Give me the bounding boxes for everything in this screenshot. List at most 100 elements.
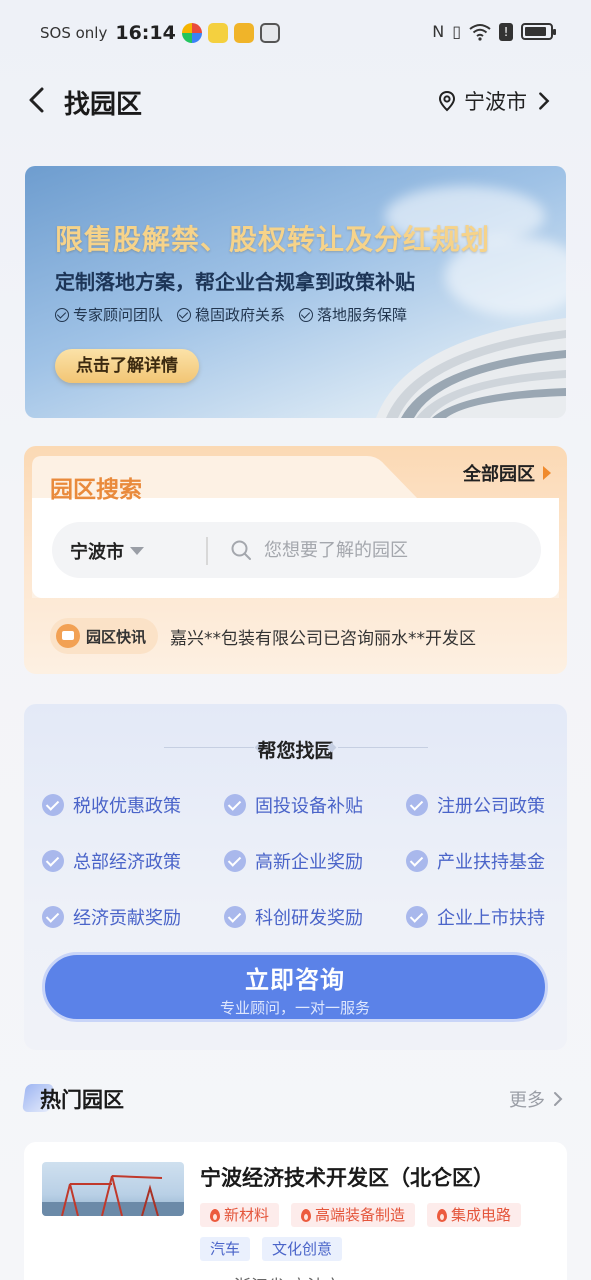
consult-button-sublabel: 专业顾问，一对一服务: [219, 999, 370, 1017]
clock: 16:14: [115, 22, 176, 44]
policy-label: 企业上市扶持: [437, 908, 545, 929]
status-right: N ▯ !: [432, 22, 556, 41]
check-circle-icon: [55, 307, 69, 322]
search-city-dropdown[interactable]: 宁波市: [70, 538, 144, 564]
app-notification-icon: [207, 23, 228, 43]
hot-parks-title: 热门园区: [40, 1088, 124, 1112]
city-selector[interactable]: 宁波市: [436, 86, 555, 116]
chevron-left-icon: [29, 87, 44, 113]
wifi-icon: [469, 23, 491, 41]
hot-parks-header: 热门园区 更多: [22, 1080, 567, 1120]
page-title: 找园区: [64, 90, 143, 120]
park-tags: 新材料 高端装备制造 集成电路 汽车 文化创意: [200, 1203, 560, 1261]
nfc-icon: N: [432, 22, 445, 41]
flame-icon: [301, 1208, 312, 1222]
banner-tag: 落地服务保障: [299, 304, 407, 325]
policy-item[interactable]: 企业上市扶持: [406, 904, 562, 930]
network-status: SOS only: [40, 24, 108, 42]
check-circle-icon: [42, 794, 64, 816]
port-crane-image: [42, 1175, 184, 1216]
city-label: 宁波市: [464, 90, 527, 114]
policy-label: 总部经济政策: [73, 852, 181, 873]
policy-item[interactable]: 科创研发奖励: [224, 904, 406, 930]
vibrate-icon: ▯: [452, 22, 461, 41]
policy-label: 经济贡献奖励: [73, 908, 181, 929]
learn-more-button[interactable]: 点击了解详情: [55, 349, 199, 383]
consult-button[interactable]: 立即咨询 专业顾问，一对一服务: [42, 952, 548, 1022]
check-circle-icon: [224, 794, 246, 816]
all-parks-label: 全部园区: [463, 464, 535, 485]
park-tag-label: 文化创意: [272, 1240, 333, 1258]
search-icon: [231, 540, 251, 560]
app-notification-icon: [259, 23, 280, 43]
policy-item[interactable]: 产业扶持基金: [406, 848, 562, 874]
park-search-card: 园区搜索 全部园区 宁波市 园区快讯 嘉兴**包装有限公司已咨询丽水**开发区: [24, 446, 567, 674]
back-button[interactable]: [22, 84, 54, 116]
caret-down-icon: [130, 547, 144, 555]
alert-icon: !: [499, 22, 513, 41]
find-title: 帮您找园: [257, 740, 334, 762]
park-card[interactable]: 宁波经济技术开发区（北仑区） 新材料 高端装备制造 集成电路 汽车 文化创意 浙…: [24, 1142, 567, 1280]
banner-tag: 专家顾问团队: [55, 304, 163, 325]
policy-label: 科创研发奖励: [255, 908, 363, 929]
banner-tags: 专家顾问团队 稳固政府关系 落地服务保障: [55, 304, 407, 325]
policy-grid: 税收优惠政策 固投设备补贴 注册公司政策 总部经济政策 高新企业奖励 产业扶持基…: [42, 792, 562, 930]
app-notification-icon: [181, 23, 202, 43]
park-tag-label: 汽车: [210, 1240, 241, 1258]
policy-item[interactable]: 总部经济政策: [42, 848, 224, 874]
location-pin-icon: [438, 90, 456, 112]
park-name: 宁波经济技术开发区（北仑区）: [200, 1166, 494, 1190]
chevron-right-icon: [539, 92, 550, 110]
policy-item[interactable]: 税收优惠政策: [42, 792, 224, 818]
consult-button-label: 立即咨询: [245, 966, 345, 994]
chevron-right-icon: [554, 1092, 563, 1106]
more-link[interactable]: 更多: [509, 1086, 565, 1112]
search-input[interactable]: [264, 536, 524, 564]
park-tag: 汽车: [200, 1237, 251, 1261]
page-header: 找园区 宁波市: [0, 76, 591, 128]
banner-subline: 定制落地方案，帮企业合规拿到政策补贴: [55, 270, 415, 294]
flame-icon: [210, 1208, 220, 1222]
check-circle-icon: [406, 850, 428, 872]
park-news-ticker[interactable]: 园区快讯 嘉兴**包装有限公司已咨询丽水**开发区: [50, 618, 476, 654]
check-circle-icon: [42, 850, 64, 872]
promo-banner[interactable]: 限售股解禁、股权转让及分红规划 定制落地方案，帮企业合规拿到政策补贴 专家顾问团…: [25, 166, 566, 418]
battery-icon: [521, 23, 556, 40]
search-city-label: 宁波市: [70, 542, 124, 563]
divider: [206, 537, 208, 565]
check-circle-icon: [224, 850, 246, 872]
policy-item[interactable]: 高新企业奖励: [224, 848, 406, 874]
check-circle-icon: [42, 906, 64, 928]
policy-label: 固投设备补贴: [255, 796, 363, 817]
news-badge: 园区快讯: [50, 618, 159, 654]
park-image: [42, 1162, 184, 1216]
find-park-card: 帮您找园 税收优惠政策 固投设备补贴 注册公司政策 总部经济政策 高新企业奖励 …: [24, 704, 567, 1050]
triangle-right-icon: [543, 466, 551, 480]
policy-item[interactable]: 注册公司政策: [406, 792, 562, 818]
park-tag-label: 新材料: [224, 1206, 270, 1224]
more-label: 更多: [509, 1090, 545, 1111]
all-parks-link[interactable]: 全部园区: [463, 460, 551, 486]
banner-tag-label: 稳固政府关系: [195, 306, 286, 324]
flame-icon: [437, 1208, 448, 1222]
park-tag-hot: 高端装备制造: [291, 1203, 416, 1227]
banner-tag-label: 专家顾问团队: [73, 306, 164, 324]
app-notification-icon: [233, 23, 254, 43]
park-tag-label: 集成电路: [451, 1206, 512, 1224]
park-tag: 文化创意: [262, 1237, 343, 1261]
policy-label: 产业扶持基金: [437, 852, 545, 873]
park-tag-hot: 集成电路: [427, 1203, 522, 1227]
policy-label: 高新企业奖励: [255, 852, 363, 873]
banner-tag: 稳固政府关系: [177, 304, 285, 325]
status-bar: SOS only 16:14 N ▯ !: [0, 0, 591, 66]
news-icon: [56, 624, 80, 648]
policy-item[interactable]: 经济贡献奖励: [42, 904, 224, 930]
policy-item[interactable]: 固投设备补贴: [224, 792, 406, 818]
search-bar: 宁波市: [52, 522, 541, 578]
park-tag-label: 高端装备制造: [315, 1206, 406, 1224]
building-illustration: [376, 318, 566, 418]
check-circle-icon: [406, 794, 428, 816]
status-left: SOS only 16:14: [40, 22, 280, 44]
search-title: 园区搜索: [50, 477, 142, 503]
check-circle-icon: [224, 906, 246, 928]
